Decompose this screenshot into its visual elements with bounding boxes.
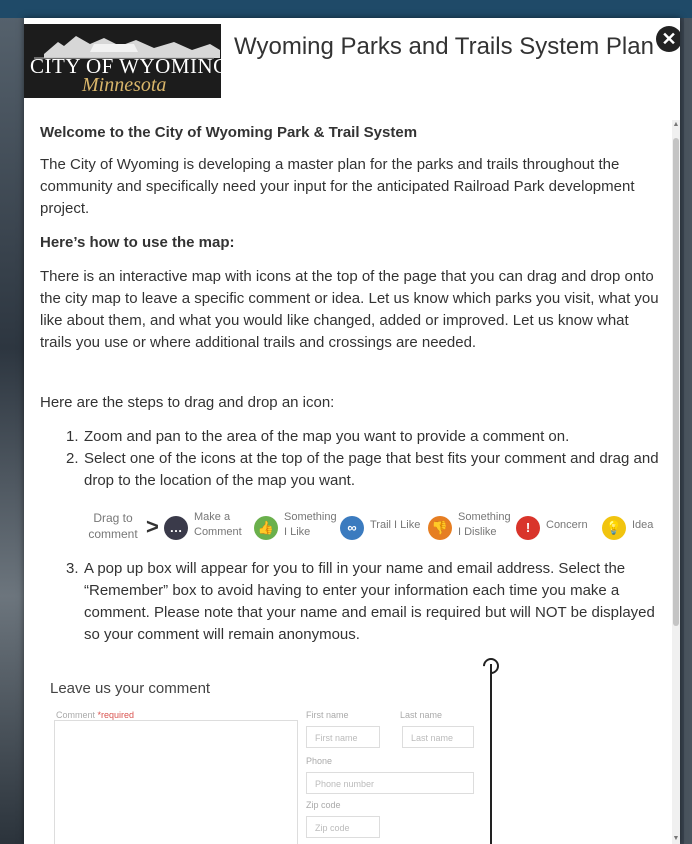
exclamation-icon: ! (516, 516, 540, 540)
comment-form: Leave us your comment Comment *required … (24, 654, 664, 844)
step-item: 2. Select one of the icons at the top of … (40, 448, 660, 492)
steps-intro: Here are the steps to drag and drop an i… (40, 394, 335, 411)
step-text: A pop up box will appear for you to fill… (84, 560, 655, 643)
step-text: Select one of the icons at the top of th… (84, 450, 659, 489)
legend-label: Concern (546, 519, 588, 531)
background-map-top (0, 0, 692, 18)
background-map-left (0, 18, 24, 844)
comment-textarea[interactable] (54, 720, 298, 844)
first-name-input[interactable]: First name (306, 726, 380, 748)
legend-label: Trail I Like (370, 519, 421, 531)
comment-icon: … (164, 516, 188, 540)
drag-to-comment-label: Drag to comment (88, 511, 138, 541)
legend-label: Something I Like (284, 511, 337, 538)
bike-glyph: ∞ (347, 520, 357, 535)
scroll-up-icon[interactable]: ▲ (672, 120, 680, 130)
modal-title: Wyoming Parks and Trails System Plan (234, 33, 654, 60)
last-name-input[interactable]: Last name (402, 726, 474, 748)
steps-list: 1. Zoom and pan to the area of the map yo… (40, 426, 660, 492)
thumbs-up-icon: 👍 (254, 516, 278, 540)
first-name-label: First name (306, 710, 349, 720)
step-item: 3. A pop up box will appear for you to f… (40, 558, 660, 646)
comment-label-text: Comment (56, 710, 96, 720)
comment-label: Comment *required (56, 710, 134, 720)
background-map-right (684, 18, 692, 844)
scroll-down-icon[interactable]: ▼ (672, 834, 680, 844)
welcome-modal: CITY OF WYOMING Minnesota Wyoming Parks … (24, 18, 680, 844)
modal-body[interactable]: Welcome to the City of Wyoming Park & Tr… (24, 118, 680, 844)
howto-paragraph: There is an interactive map with icons a… (40, 268, 659, 351)
step-item: 1. Zoom and pan to the area of the map yo… (40, 426, 660, 448)
legend-label: Idea (632, 519, 654, 531)
lightbulb-glyph: 💡 (605, 520, 623, 535)
step-number: 1. (66, 428, 79, 445)
close-button[interactable]: ✕ (656, 26, 680, 52)
zip-label: Zip code (306, 800, 341, 810)
map-pin-line (490, 664, 492, 844)
step-number: 2. (66, 450, 79, 467)
city-logo: CITY OF WYOMING Minnesota (24, 24, 221, 98)
step-text: Zoom and pan to the area of the map you … (84, 428, 570, 445)
howto-heading: Here’s how to use the map: (40, 234, 235, 251)
zip-input[interactable]: Zip code (306, 816, 380, 838)
lightbulb-icon: 💡 (602, 516, 626, 540)
comment-glyph: … (169, 520, 183, 535)
close-icon: ✕ (661, 29, 677, 49)
step-number: 3. (66, 560, 79, 577)
thumbs-down-glyph: 👎 (431, 520, 449, 535)
welcome-heading: Welcome to the City of Wyoming Park & Tr… (40, 124, 418, 141)
thumbs-up-glyph: 👍 (257, 520, 275, 535)
phone-input[interactable]: Phone number (306, 772, 474, 794)
icon-legend: Drag to comment > … Make a Comment 👍 Som… (88, 510, 668, 554)
thumbs-down-icon: 👎 (428, 516, 452, 540)
intro-paragraph: The City of Wyoming is developing a mast… (40, 156, 635, 217)
bike-icon: ∞ (340, 516, 364, 540)
chevron-right-icon: > (146, 514, 159, 539)
required-marker: *required (97, 710, 135, 720)
legend-label: Something I Dislike (458, 511, 511, 538)
legend-label: Make a Comment (194, 511, 242, 538)
comment-form-heading: Leave us your comment (50, 680, 211, 697)
modal-scrollbar[interactable]: ▲ ▼ (672, 120, 680, 844)
exclamation-glyph: ! (525, 520, 531, 535)
last-name-label: Last name (400, 710, 443, 720)
scrollbar-thumb[interactable] (673, 138, 679, 626)
logo-state-text: Minnesota (82, 74, 167, 96)
modal-header: CITY OF WYOMING Minnesota Wyoming Parks … (24, 18, 680, 118)
phone-label: Phone (306, 756, 333, 766)
